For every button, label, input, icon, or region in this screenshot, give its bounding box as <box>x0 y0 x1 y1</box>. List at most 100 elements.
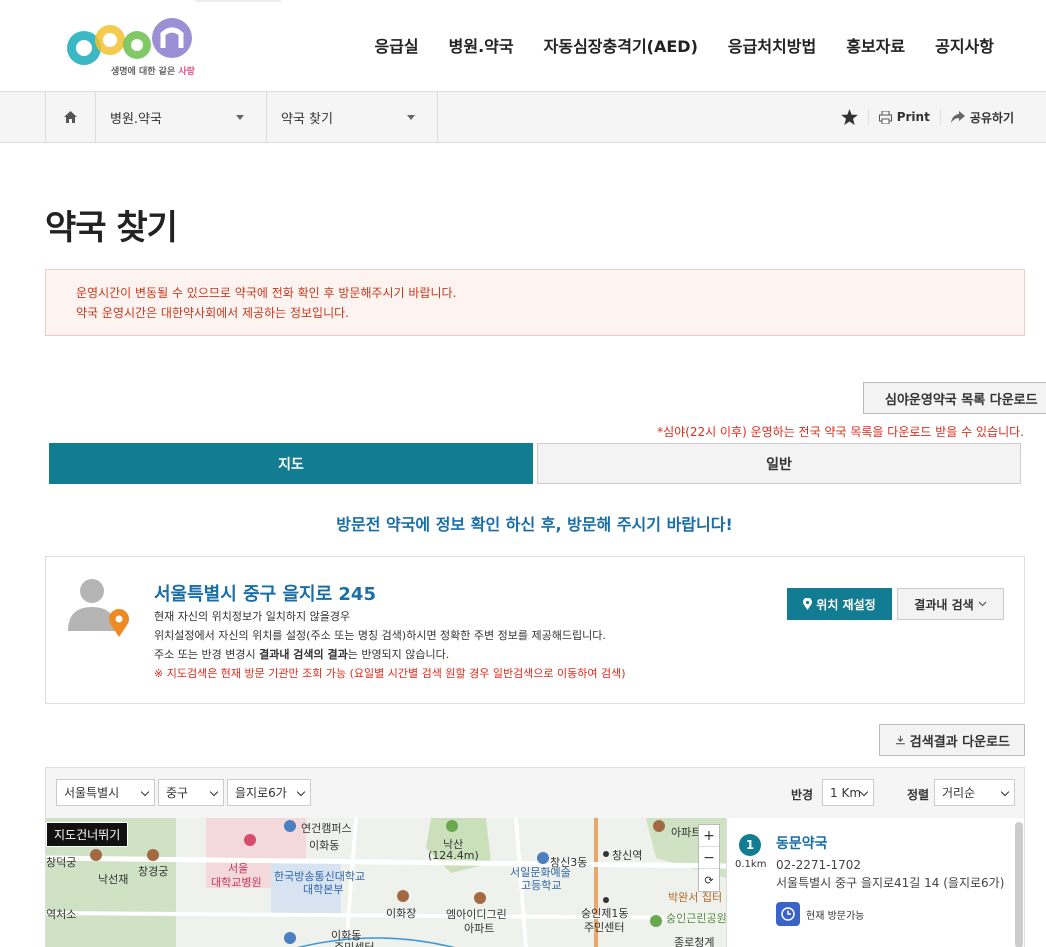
map-label: 주민센터 <box>584 921 625 934</box>
print-label: Print <box>896 110 930 124</box>
zoom-in-button[interactable]: + <box>699 825 719 847</box>
map-pin-icon <box>803 598 813 610</box>
night-download-label: 심야운영약국 목록 다운로드 <box>885 392 1038 408</box>
result-number-badge: 1 <box>739 834 761 856</box>
star-icon <box>840 109 858 125</box>
caret-down-icon <box>236 115 244 120</box>
reset-location-label: 위치 재설정 <box>816 597 876 612</box>
printer-icon <box>878 110 892 124</box>
logo-mark <box>67 18 192 65</box>
share-arrow-icon <box>950 111 965 123</box>
favorite-button[interactable] <box>840 109 858 125</box>
result-address: 서울특별시 중구 을지로41길 14 (을지로6가) <box>776 876 1005 890</box>
pharmacy-map[interactable]: 지도건너뛰기 연건캠퍼스 이화동 낙산 (124.4m) 창신역 창덕궁 창경궁… <box>46 818 726 947</box>
sort-label: 정렬 <box>907 788 930 802</box>
location-warning: ※ 지도검색은 현재 방문 기관만 조회 가능 (요일별 시간별 검색 원할 경… <box>154 667 626 680</box>
tool-divider <box>867 109 869 125</box>
radius-label: 반경 <box>791 788 814 802</box>
zoom-out-button[interactable]: − <box>699 847 719 869</box>
main-nav: 응급실 병원.약국 자동심장충격기(AED) 응급처치방법 홍보자료 공지사항 <box>374 33 994 57</box>
map-search-panel: 서울특별시 중구 을지로6가 반경 1 Km 정렬 거리순 지도건너뛰기 연건캠… <box>45 767 1025 947</box>
current-location-box: 서울특별시 중구 을지로 245 현재 자신의 위치정보가 일치하지 않을경우 … <box>45 556 1025 704</box>
home-button[interactable] <box>45 92 96 142</box>
notice-line-2: 약국 운영시간은 대한약사회에서 제공하는 정보입니다. <box>76 306 349 320</box>
tab-general[interactable]: 일반 <box>537 443 1021 484</box>
chevron-down-icon <box>1000 787 1010 797</box>
map-label: 주민센터 <box>334 939 374 947</box>
caret-down-icon <box>407 115 415 120</box>
map-label: 낙선재 <box>98 873 129 886</box>
chevron-down-icon <box>209 787 219 797</box>
sigungu-select[interactable]: 중구 <box>158 779 224 806</box>
radius-select[interactable]: 1 Km <box>822 779 874 806</box>
map-label: 창덕궁 <box>46 856 77 869</box>
clock-icon <box>776 902 800 926</box>
map-label: 이화장 <box>386 907 417 920</box>
nav-first-aid[interactable]: 응급처치방법 <box>728 33 816 57</box>
breadcrumb-level2-label: 약국 찾기 <box>281 111 333 127</box>
map-label: 창경궁 <box>138 865 169 878</box>
map-zoom-control: + − ⟳ <box>698 824 720 892</box>
breadcrumb-level1-select[interactable]: 병원.약국 <box>96 92 267 142</box>
breadcrumb-level2-select[interactable]: 약국 찾기 <box>267 92 438 142</box>
map-label: 창신3동 <box>550 856 588 869</box>
sort-select[interactable]: 거리순 <box>934 779 1015 806</box>
search-within-results-button[interactable]: 결과내 검색 <box>897 588 1004 620</box>
map-label: 연건캠퍼스 <box>301 822 352 835</box>
download-icon <box>896 735 905 745</box>
map-label: (124.4m) <box>428 849 479 862</box>
visit-guide-text: 방문전 약국에 정보 확인 하신 후, 방문해 주시기 바랍니다! <box>336 515 733 534</box>
page-tools: Print 공유하기 <box>840 92 1014 142</box>
results-download-label: 검색결과 다운로드 <box>909 734 1010 750</box>
nav-notice[interactable]: 공지사항 <box>935 33 994 57</box>
site-logo[interactable]: 생명에 대한 같은 사랑 <box>62 18 197 82</box>
map-label: 대학교병원 <box>211 876 262 889</box>
skip-map-button[interactable]: 지도건너뛰기 <box>46 822 129 847</box>
nav-aed[interactable]: 자동심장충격기(AED) <box>544 33 698 57</box>
result-phone: 02-2271-1702 <box>776 858 862 872</box>
location-desc-line-3: 주소 또는 반경 변경시 결과내 검색의 결과는 반영되지 않습니다. <box>154 648 450 661</box>
chevron-down-icon <box>296 787 306 797</box>
map-label: 창신역 <box>612 849 643 862</box>
site-header: 생명에 대한 같은 사랑 응급실 병원.약국 자동심장충격기(AED) 응급처치… <box>0 0 1046 92</box>
current-address: 서울특별시 중구 을지로 245 <box>154 584 376 605</box>
map-label: 아파트 <box>671 826 702 839</box>
chevron-down-icon <box>978 601 987 607</box>
location-desc-line-2: 위치설정에서 자신의 위치를 설정(주소 또는 명칭 검색)하시면 정확한 주변… <box>154 629 606 642</box>
map-label: 숭인근린공원 <box>666 912 726 925</box>
share-button[interactable]: 공유하기 <box>950 109 1014 126</box>
location-description: 현재 자신의 위치정보가 일치하지 않을경우 위치설정에서 자신의 위치를 설정… <box>154 607 626 683</box>
map-label: 대학본부 <box>303 883 344 896</box>
breadcrumb: 병원.약국 약국 찾기 Print 공유하기 <box>0 92 1046 143</box>
reset-location-button[interactable]: 위치 재설정 <box>787 588 892 620</box>
nav-promotion[interactable]: 홍보자료 <box>846 33 905 57</box>
results-download-button[interactable]: 검색결과 다운로드 <box>879 724 1025 756</box>
result-pharmacy-name[interactable]: 동문약국 <box>776 833 828 853</box>
print-button[interactable]: Print <box>878 110 930 124</box>
map-label: 역처소 <box>46 908 77 921</box>
tool-divider <box>939 109 941 125</box>
search-within-label: 결과내 검색 <box>914 597 974 612</box>
notice-line-1: 운영시간이 변동될 수 있으므로 약국에 전화 확인 후 방문해주시기 바랍니다… <box>76 286 457 300</box>
map-label: 이화동 <box>309 839 340 852</box>
map-label: 고등학교 <box>521 879 562 892</box>
sido-select[interactable]: 서울특별시 <box>56 779 155 806</box>
night-pharmacy-download-button[interactable]: 심야운영약국 목록 다운로드 <box>863 382 1046 414</box>
chevron-down-icon <box>859 787 869 797</box>
nav-emergency-room[interactable]: 응급실 <box>374 33 418 57</box>
tab-map[interactable]: 지도 <box>49 443 533 484</box>
page-title: 약국 찾기 <box>45 208 178 248</box>
visit-status-label: 현재 방문가능 <box>806 910 865 922</box>
result-list-scrollbar[interactable] <box>1015 822 1023 947</box>
header-decor-line <box>195 0 281 2</box>
nav-hospital-pharmacy[interactable]: 병원.약국 <box>449 33 514 57</box>
visit-status-badge: 현재 방문가능 <box>776 902 864 926</box>
breadcrumb-level1-label: 병원.약국 <box>110 111 162 127</box>
dong-select[interactable]: 을지로6가 <box>227 779 311 806</box>
logo-tagline: 생명에 대한 같은 사랑 <box>111 67 195 77</box>
person-location-icon <box>68 579 129 637</box>
result-distance: 0.1km <box>735 859 767 870</box>
share-label: 공유하기 <box>969 110 1014 125</box>
location-desc-line-1: 현재 자신의 위치정보가 일치하지 않을경우 <box>154 610 351 623</box>
refresh-map-button[interactable]: ⟳ <box>699 869 719 891</box>
